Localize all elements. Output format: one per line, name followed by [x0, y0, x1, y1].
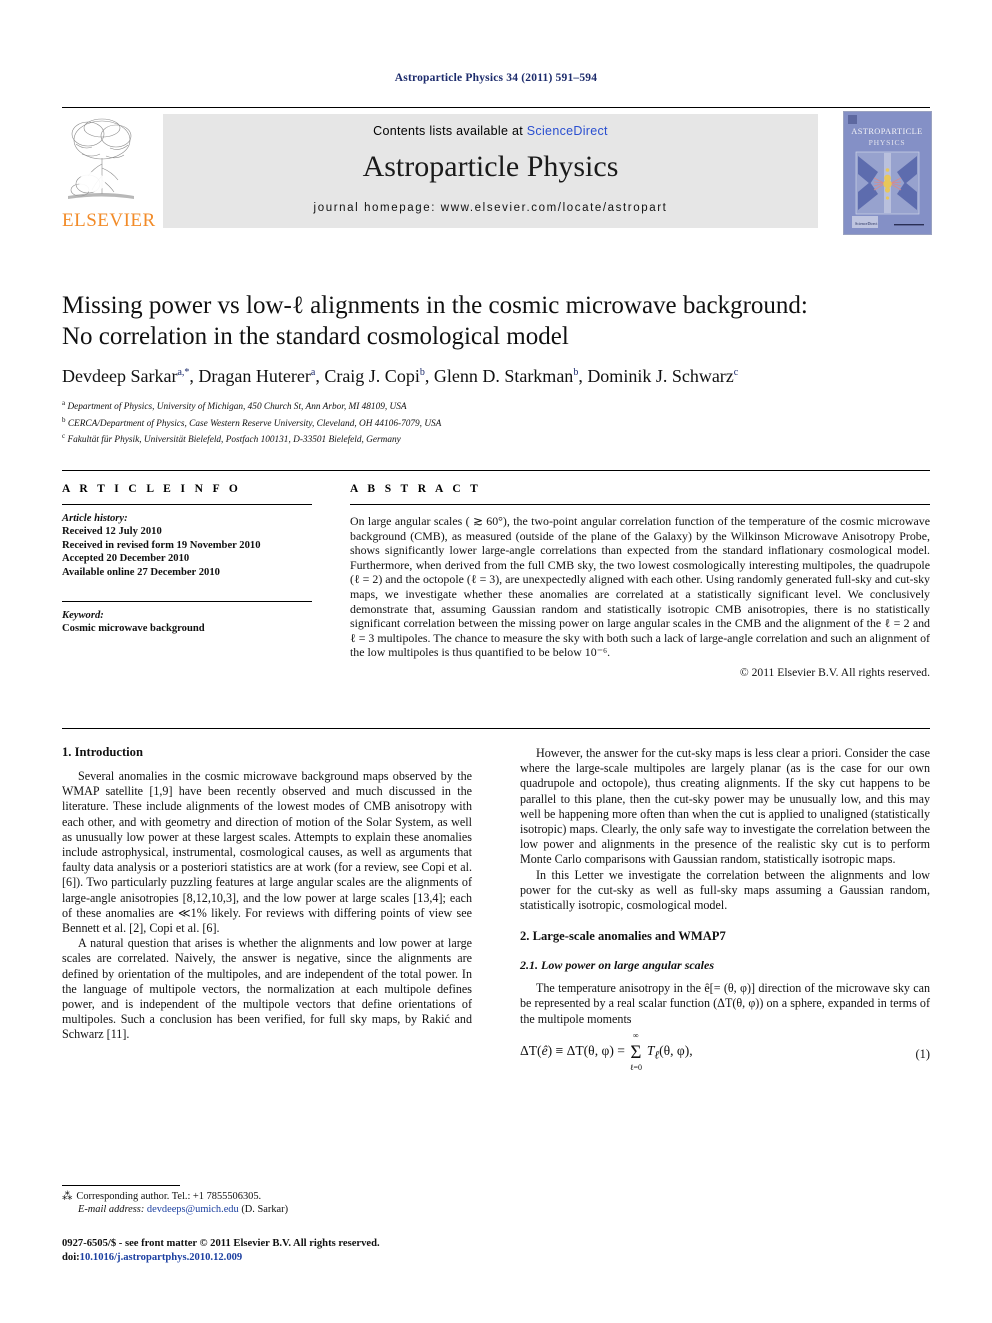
- affiliation-a: a Department of Physics, University of M…: [62, 399, 407, 413]
- subsection-heading-2-1: 2.1. Low power on large angular scales: [520, 958, 715, 973]
- svg-text:PHYSICS: PHYSICS: [869, 138, 906, 147]
- equation-1: ΔT(ê) ≡ ΔT(θ, φ) = ∞ Σ ℓ=0 Tℓ(θ, φ), (1): [520, 1030, 930, 1072]
- running-head: Astroparticle Physics 34 (2011) 591–594: [394, 72, 598, 84]
- page-title: Missing power vs low-ℓ alignments in the…: [62, 290, 930, 352]
- divider: [62, 601, 312, 603]
- corresponding-author-text: Corresponding author. Tel.: +1 785550630…: [76, 1191, 262, 1202]
- elsevier-wordmark: ELSEVIER: [62, 210, 156, 231]
- body-columns: 1. Introduction Several anomalies in the…: [62, 728, 930, 1199]
- summation-symbol: ∞ Σ ℓ=0: [629, 1030, 643, 1072]
- affiliation-text: Department of Physics, University of Mic…: [67, 402, 407, 413]
- summation-lower: ℓ=0: [629, 1062, 643, 1072]
- abstract-copyright: © 2011 Elsevier B.V. All rights reserved…: [739, 665, 930, 679]
- sciencedirect-link[interactable]: ScienceDirect: [527, 124, 608, 138]
- contents-prefix: Contents lists available at: [373, 124, 527, 138]
- author-mark: c: [733, 367, 739, 378]
- article-info-heading: A R T I C L E I N F O: [62, 483, 242, 495]
- divider: [62, 504, 312, 505]
- section-heading-2: 2. Large-scale anomalies and WMAP7: [520, 929, 726, 944]
- title-block: Missing power vs low-ℓ alignments in the…: [62, 290, 930, 447]
- paragraph: Several anomalies in the cosmic microwav…: [62, 769, 472, 936]
- author-mark: b: [573, 367, 579, 378]
- abstract-text: On large angular scales ( ≳ 60°), the tw…: [350, 514, 930, 660]
- history-item: Available online 27 December 2010: [62, 566, 220, 578]
- equation-1-number: (1): [915, 1046, 930, 1061]
- journal-cover-thumbnail: ASTROPARTICLE PHYSICS ScienceDirect: [843, 111, 932, 235]
- email-owner: (D. Sarkar): [241, 1204, 289, 1216]
- corresponding-author-note: ⁂ Corresponding author. Tel.: +1 78555063…: [62, 1190, 472, 1203]
- body-column-right: However, the answer for the cut-sky maps…: [520, 729, 930, 1072]
- asterisk-icon: ⁂: [62, 1191, 73, 1202]
- journal-masthead: ELSEVIER Contents lists available at Sci…: [62, 107, 932, 236]
- body-column-left: 1. Introduction Several anomalies in the…: [62, 729, 472, 1043]
- title-line-2: No correlation in the standard cosmologi…: [62, 323, 569, 350]
- affiliation-text: Fakultät für Physik, Universität Bielefe…: [67, 435, 401, 446]
- doi-line: doi:10.1016/j.astropartphys.2010.12.009: [62, 1251, 562, 1265]
- paragraph: In this Letter we investigate the correl…: [520, 867, 930, 913]
- author-mark: b: [419, 367, 425, 378]
- article-history: Article history: Received 12 July 2010 R…: [62, 512, 312, 579]
- summation-upper: ∞: [633, 1030, 639, 1040]
- keywords-block: Keyword: Cosmic microwave background: [62, 609, 312, 636]
- affiliation-b: b CERCA/Department of Physics, Case West…: [62, 415, 442, 429]
- footnote-divider: [62, 1185, 180, 1186]
- history-item: Accepted 20 December 2010: [62, 553, 190, 565]
- elsevier-tree-icon: [68, 118, 134, 199]
- corresponding-mark: *: [184, 367, 190, 378]
- affiliation-list: a Department of Physics, University of M…: [62, 397, 930, 447]
- abstract-column: A B S T R A C T On large angular scales …: [350, 483, 930, 679]
- equation-1-body: ΔT(ê) ≡ ΔT(θ, φ) = ∞ Σ ℓ=0 Tℓ(θ, φ),: [520, 1030, 693, 1072]
- paragraph: The temperature anisotropy in the ê[= (θ…: [520, 981, 930, 1026]
- divider: [350, 504, 930, 505]
- svg-text:ASTROPARTICLE: ASTROPARTICLE: [851, 127, 922, 136]
- keyword-label: Keyword:: [62, 610, 104, 622]
- email-label: E-mail address:: [78, 1204, 145, 1216]
- affiliation-c: c Fakultät für Physik, Universität Biele…: [62, 432, 401, 446]
- footer-imprint: 0927-6505/$ - see front matter © 2011 El…: [62, 1237, 562, 1264]
- abstract-heading: A B S T R A C T: [350, 483, 482, 495]
- article-info-column: A R T I C L E I N F O Article history: R…: [62, 483, 312, 636]
- email-note: E-mail address: devdeeps@umich.edu (D. S…: [62, 1203, 472, 1216]
- history-item: Received 12 July 2010: [62, 526, 162, 538]
- paragraph: A natural question that arises is whethe…: [62, 936, 472, 1042]
- cover-sciencedirect-label: ScienceDirect: [855, 221, 878, 226]
- paper-page: Astroparticle Physics 34 (2011) 591–594: [0, 0, 992, 1323]
- paragraph: However, the answer for the cut-sky maps…: [520, 746, 930, 867]
- affiliation-text: CERCA/Department of Physics, Case Wester…: [67, 418, 442, 429]
- title-line-1: Missing power vs low-ℓ alignments in the…: [62, 292, 808, 319]
- doi-label: doi:: [62, 1251, 80, 1263]
- issn-line: 0927-6505/$ - see front matter © 2011 El…: [62, 1238, 380, 1249]
- section-heading-1: 1. Introduction: [62, 745, 143, 759]
- info-abstract-band: A R T I C L E I N F O Article history: R…: [62, 470, 930, 679]
- masthead-banner: Contents lists available at ScienceDirec…: [163, 114, 818, 228]
- article-history-label: Article history:: [62, 513, 128, 524]
- journal-homepage-link[interactable]: journal homepage: www.elsevier.com/locat…: [163, 202, 818, 214]
- elsevier-logo: ELSEVIER: [62, 114, 156, 236]
- email-link[interactable]: devdeeps@umich.edu: [147, 1204, 239, 1215]
- contents-line: Contents lists available at ScienceDirec…: [163, 124, 818, 138]
- doi-link[interactable]: 10.1016/j.astropartphys.2010.12.009: [80, 1252, 243, 1263]
- journal-title: Astroparticle Physics: [362, 150, 619, 183]
- author-list: Devdeep Sarkara,*, Dragan Huterera, Crai…: [62, 366, 739, 386]
- footnote-block: ⁂ Corresponding author. Tel.: +1 78555063…: [62, 1190, 472, 1217]
- cover-artwork: ASTROPARTICLE PHYSICS ScienceDirect: [844, 112, 931, 234]
- author-mark: a: [310, 367, 316, 378]
- keyword-value: Cosmic microwave background: [62, 623, 205, 635]
- history-item: Received in revised form 19 November 201…: [62, 539, 261, 551]
